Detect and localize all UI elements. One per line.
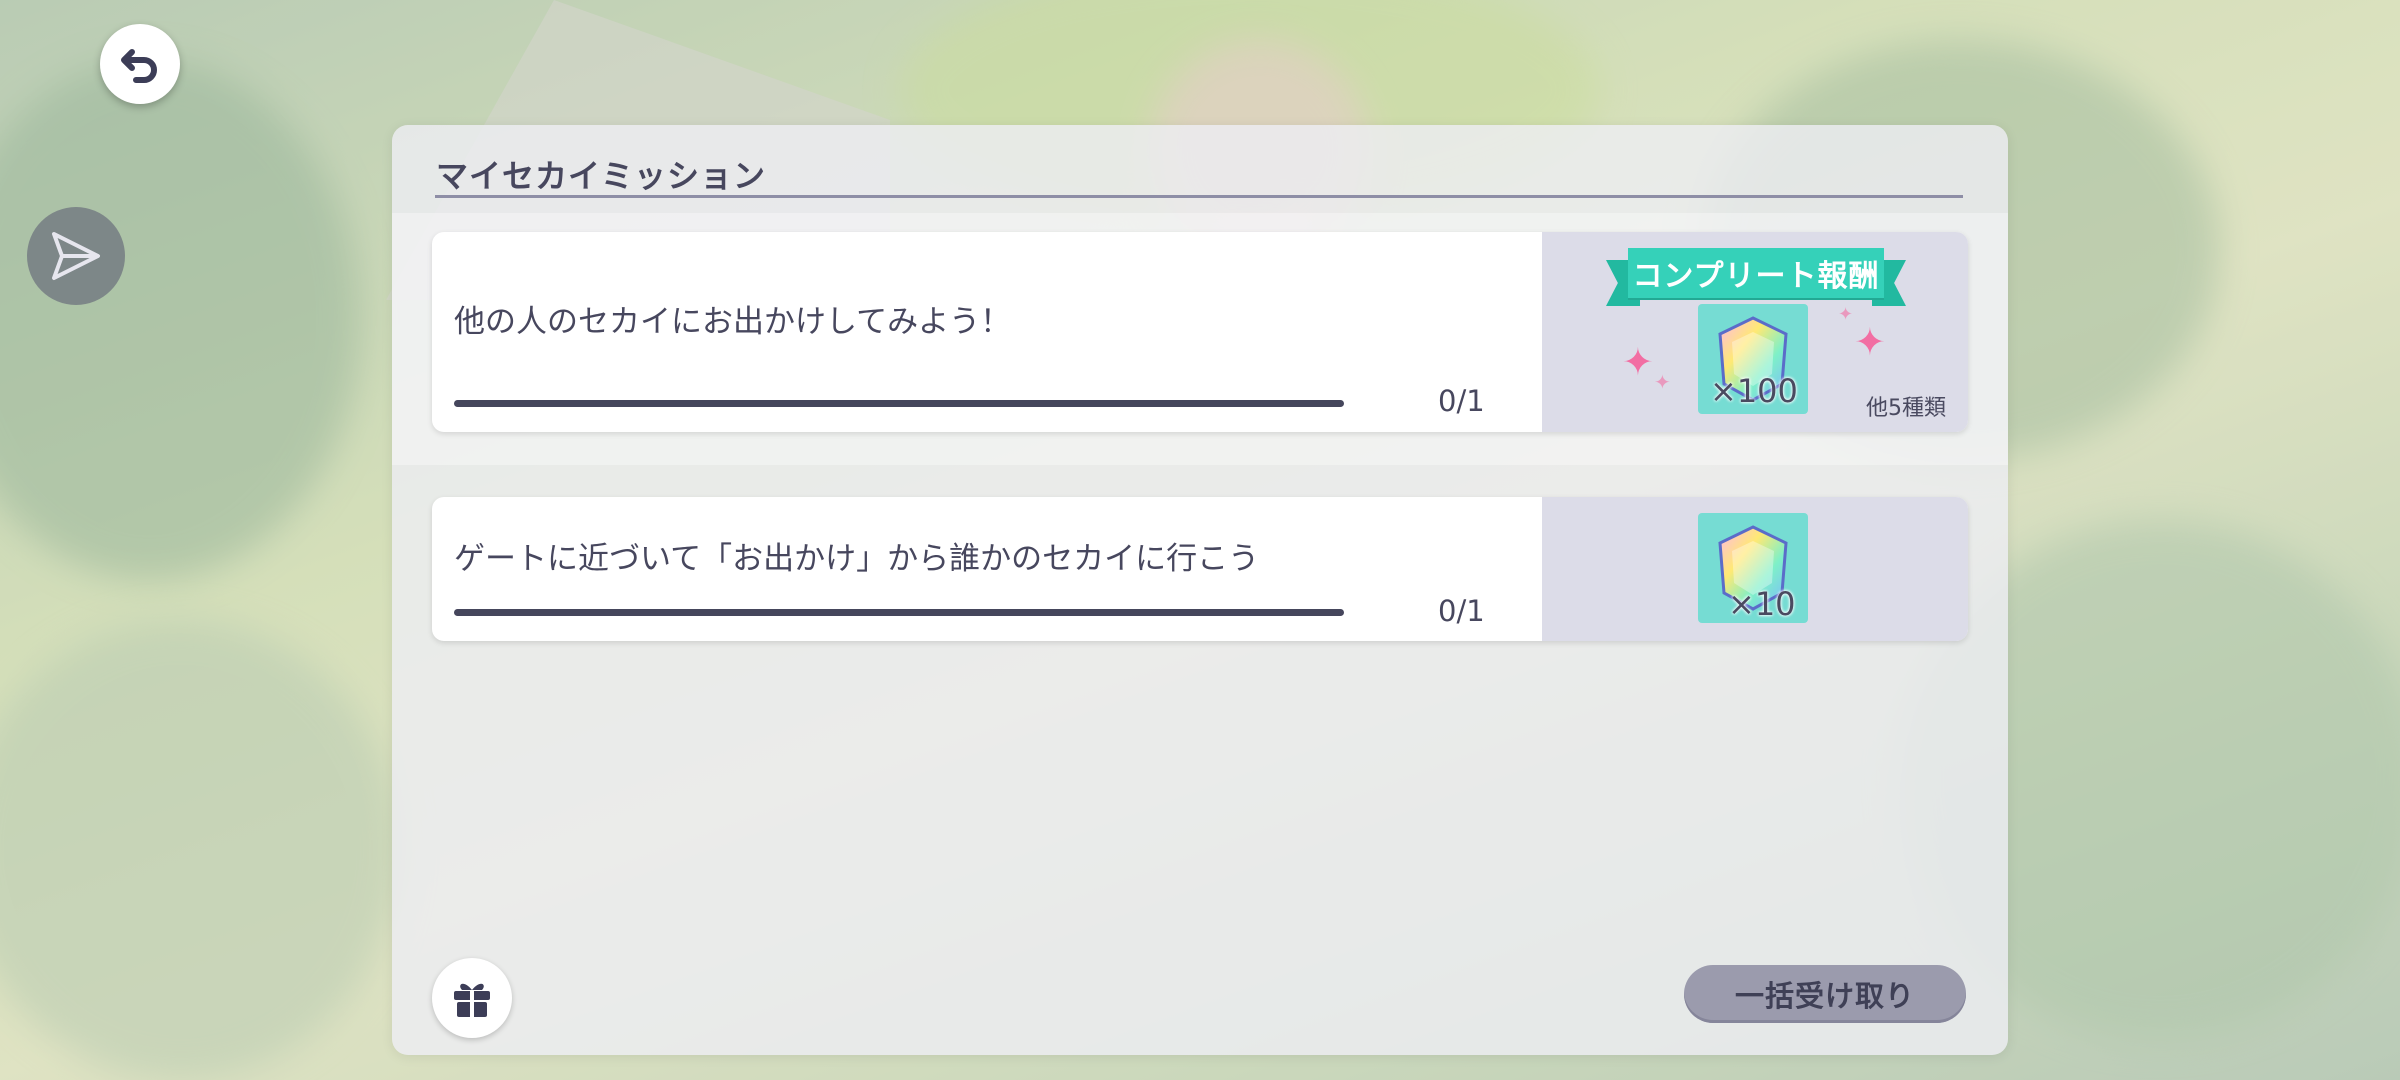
reward-count: ×10 xyxy=(1728,585,1796,623)
back-arrow-icon xyxy=(121,49,157,83)
send-arrow-icon xyxy=(52,232,100,280)
reward-area: ×10 xyxy=(1542,497,1968,641)
reward-count: ×100 xyxy=(1710,372,1798,410)
mission-text: 他の人のセカイにお出かけしてみよう！ xyxy=(454,304,1012,340)
reward-area: コンプリート報酬 ✦ ✦ ✦ ✦ ×100 他5種類 xyxy=(1542,232,1968,432)
mission-text: ゲートに近づいて「お出かけ」から誰かのセカイに行こう xyxy=(454,541,1260,577)
gift-icon xyxy=(454,983,490,1017)
progress-bar xyxy=(454,400,1344,407)
sparkle-icon: ✦ xyxy=(1838,304,1854,325)
mission-card[interactable]: ゲートに近づいて「お出かけ」から誰かのセカイに行こう 0/1 ×10 xyxy=(432,497,1968,641)
banner-label: コンプリート報酬 xyxy=(1628,248,1884,298)
progress-count: 0/1 xyxy=(1438,384,1485,418)
panel-title: マイセカイミッション xyxy=(436,157,767,195)
send-button[interactable] xyxy=(27,207,125,305)
other-rewards-label: 他5種類 xyxy=(1866,396,1946,421)
sparkle-icon: ✦ xyxy=(1854,320,1886,364)
title-divider xyxy=(435,195,1963,198)
progress-count: 0/1 xyxy=(1438,594,1485,628)
gift-button[interactable] xyxy=(432,958,512,1038)
mission-card[interactable]: 他の人のセカイにお出かけしてみよう！ 0/1 コンプリート報酬 ✦ ✦ ✦ ✦ xyxy=(432,232,1968,432)
back-button[interactable] xyxy=(100,24,180,104)
mission-panel: マイセカイミッション 他の人のセカイにお出かけしてみよう！ 0/1 コンプリート… xyxy=(392,125,2008,1055)
claim-all-button[interactable]: 一括受け取り xyxy=(1684,965,1966,1023)
sparkle-icon: ✦ xyxy=(1622,340,1654,384)
progress-bar xyxy=(454,609,1344,616)
sparkle-icon: ✦ xyxy=(1654,370,1671,394)
complete-reward-banner: コンプリート報酬 xyxy=(1606,248,1906,306)
